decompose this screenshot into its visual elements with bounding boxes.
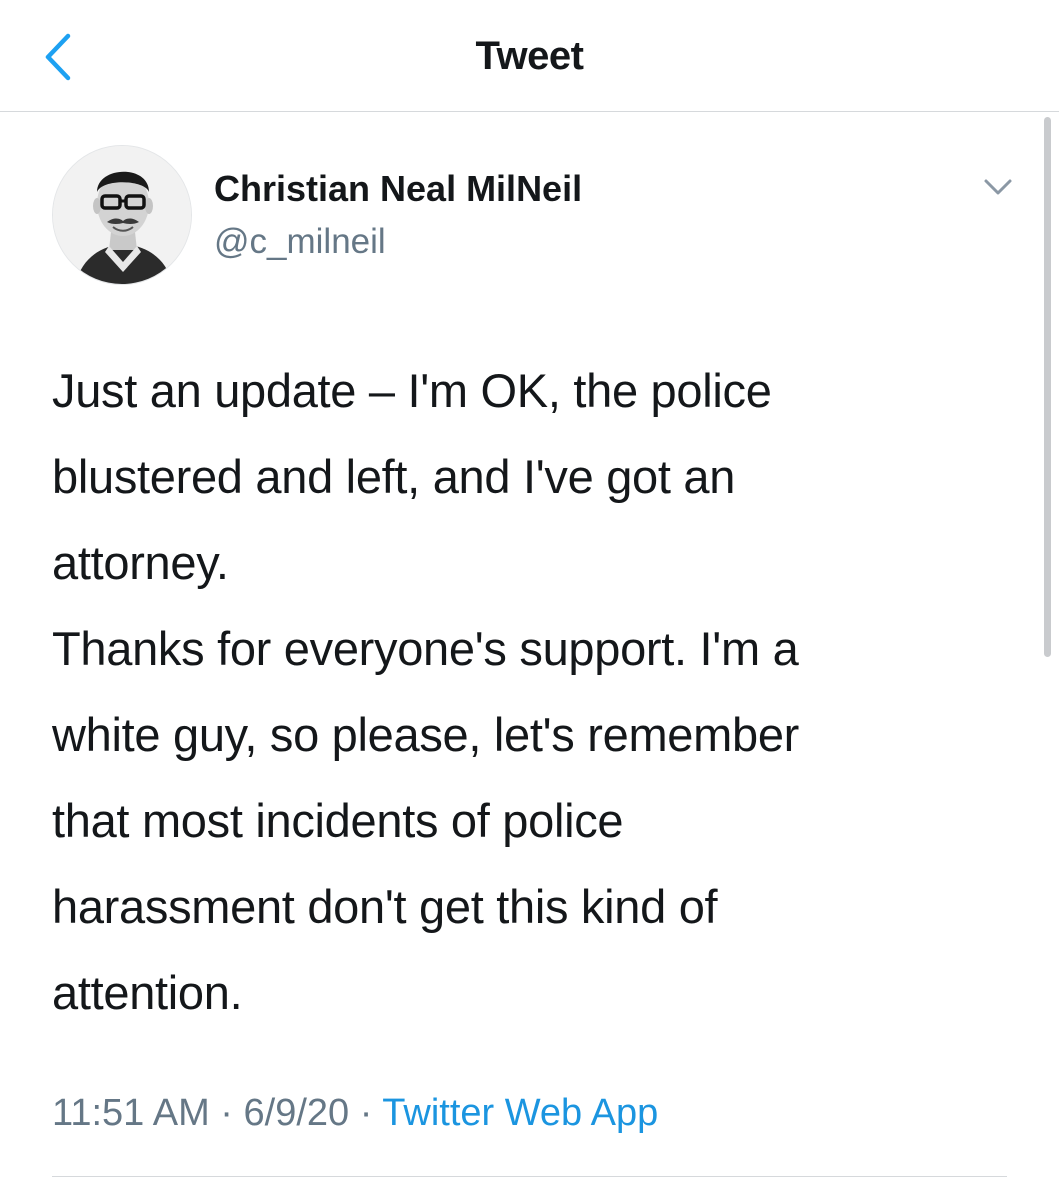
tweet-paragraph: Just an update – I'm OK, the police blus…: [52, 364, 772, 589]
tweet-meta: 11:51 AM · 6/9/20 · Twitter Web App: [52, 1092, 658, 1135]
profile-photo: [53, 146, 191, 284]
more-options-button[interactable]: [980, 172, 1016, 202]
avatar[interactable]: [52, 145, 192, 285]
navigation-bar: Tweet: [0, 0, 1059, 112]
author-handle[interactable]: @c_milneil: [214, 222, 386, 262]
tweet-source-link[interactable]: Twitter Web App: [382, 1092, 658, 1134]
meta-separator: ·: [349, 1092, 383, 1134]
scroll-indicator[interactable]: [1044, 117, 1051, 657]
tweet-time: 11:51 AM: [52, 1092, 210, 1134]
tweet-body: Just an update – I'm OK, the police blus…: [52, 348, 1012, 1036]
tweet-date: 6/9/20: [243, 1092, 350, 1134]
chevron-down-icon: [984, 179, 1012, 195]
meta-separator: ·: [209, 1092, 244, 1134]
divider: [52, 1176, 1007, 1177]
tweet-paragraph: Thanks for everyone's support. I'm a whi…: [52, 622, 800, 1019]
page-title: Tweet: [475, 34, 584, 78]
author-name[interactable]: Christian Neal MilNeil: [214, 168, 582, 210]
